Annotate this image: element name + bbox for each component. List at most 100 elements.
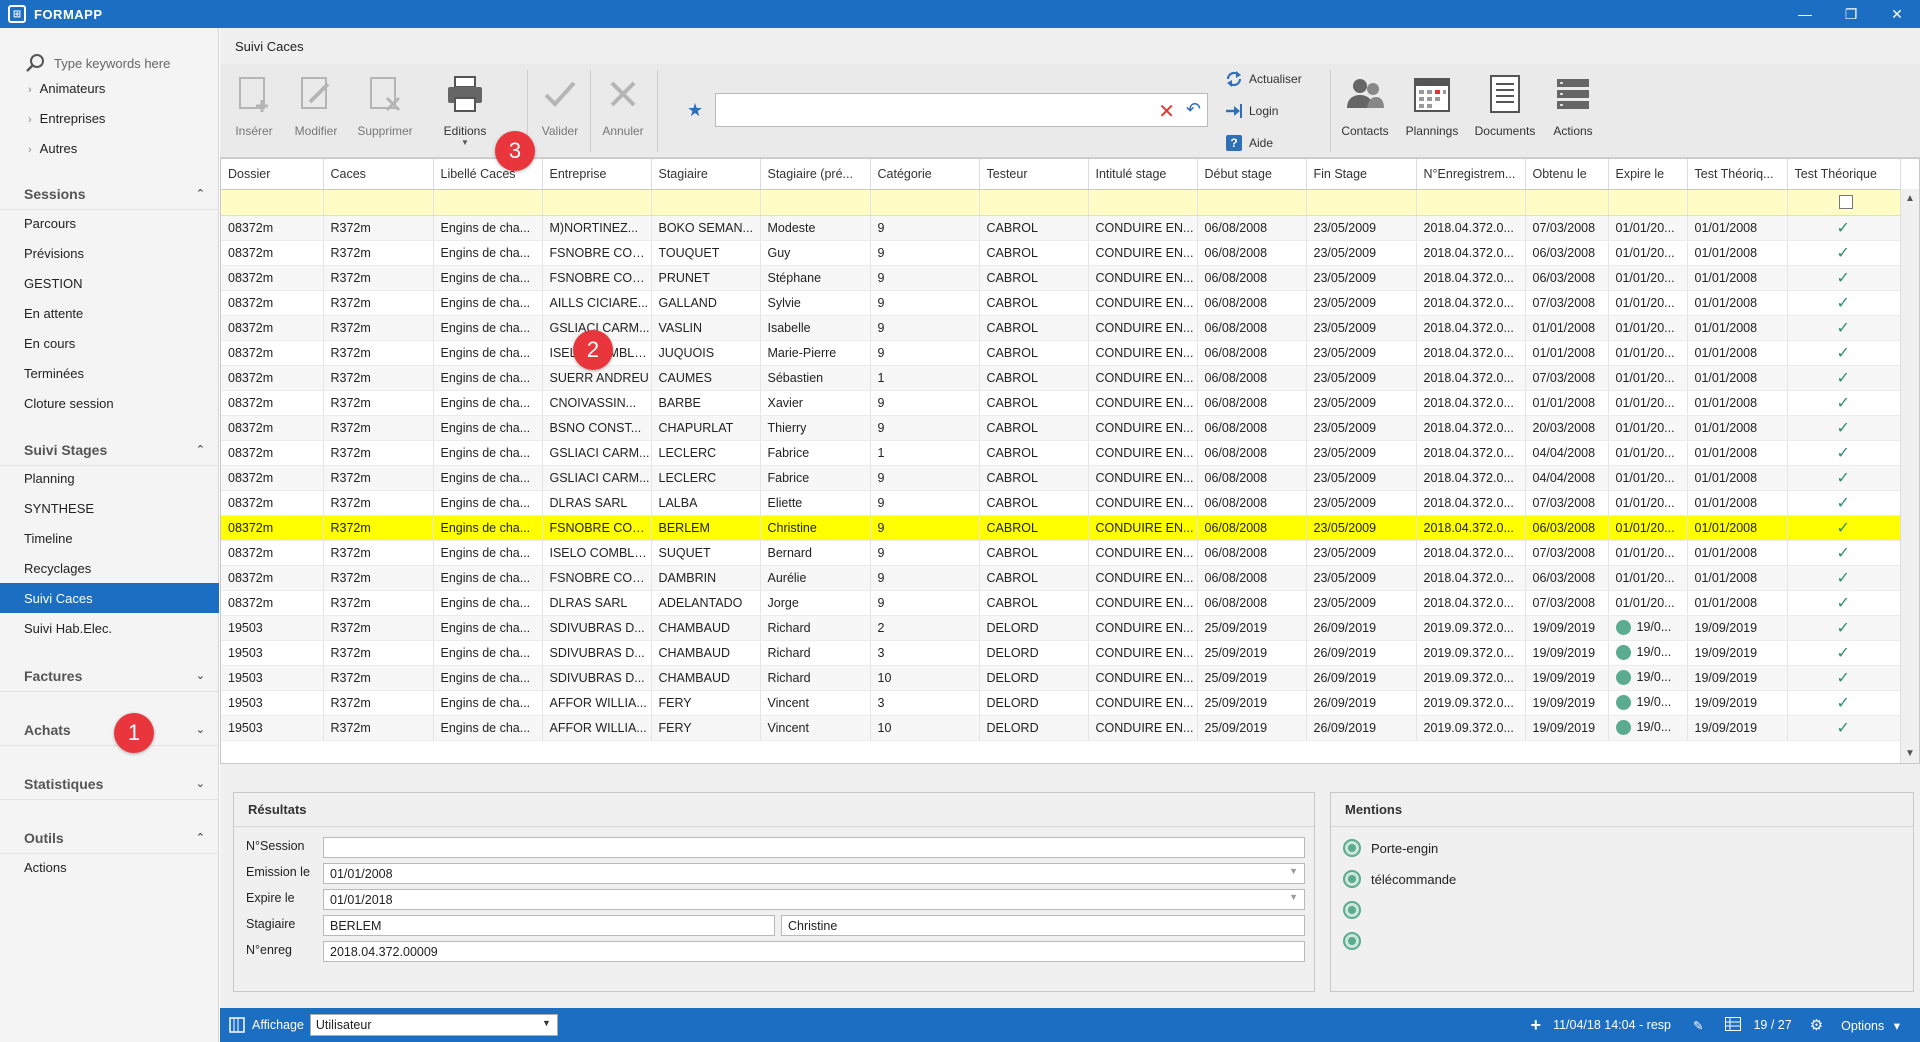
table-cell[interactable]: ✓ <box>1787 290 1901 316</box>
sidebar-search[interactable]: Type keywords here <box>24 52 170 74</box>
table-row[interactable]: 08372m R372m Engins de cha... CNOIVASSIN...… <box>221 390 1901 416</box>
column-header[interactable]: Stagiaire <box>651 159 761 190</box>
column-header[interactable]: Obtenu le <box>1525 159 1609 190</box>
table-row[interactable]: 08372m R372m Engins de cha... GSLIACI CARM.… <box>221 440 1901 466</box>
undo-icon[interactable]: ↶ <box>1186 99 1201 120</box>
table-row[interactable]: 19503 R372m Engins de cha... SDIVUBRAS D...… <box>221 665 1901 691</box>
table-row[interactable]: 08372mR372mEngins de cha...ISELO COMBLES… <box>221 340 1901 366</box>
table-row[interactable]: 08372m R372m Engins de cha... M)NORTINEZ...… <box>221 215 1901 241</box>
sidebar-item-gestion[interactable]: GESTION <box>0 268 219 298</box>
sidebar-item-timeline[interactable]: Timeline <box>0 523 219 553</box>
table-row[interactable]: 08372m R372m Engins de cha... FSNOBRE CON..… <box>221 240 1901 266</box>
table-row[interactable]: 08372mR372mEngins de cha...ISELO COMBLES… <box>221 540 1901 566</box>
filter-cell[interactable] <box>1687 189 1788 216</box>
sidebar-item-suivi-hab-elec[interactable]: Suivi Hab.Elec. <box>0 613 219 643</box>
table-row[interactable]: 08372m R372m Engins de cha... DLRAS SARL LAL… <box>221 490 1901 516</box>
clear-icon[interactable]: ✕ <box>1158 99 1175 124</box>
table-row[interactable]: 08372m R372m Engins de cha... AILLS CICIARE… <box>221 290 1901 316</box>
sidebar-group-achats[interactable]: Achats ⌄ <box>0 714 219 746</box>
column-header[interactable]: Caces <box>323 159 434 190</box>
delete-button[interactable]: Supprimer <box>350 64 420 158</box>
stagiaire-nom-field[interactable]: BERLEM <box>323 915 775 936</box>
table-cell[interactable]: ✓ <box>1787 665 1901 691</box>
vertical-scrollbar[interactable]: ▲ ▼ <box>1900 189 1919 763</box>
documents-button[interactable]: Documents <box>1470 64 1540 158</box>
table-cell[interactable]: ✓ <box>1787 540 1901 566</box>
sidebar-item-cloture-session[interactable]: Cloture session <box>0 388 219 418</box>
filter-cell[interactable] <box>1306 189 1417 216</box>
sidebar-item-actions[interactable]: Actions <box>0 852 219 882</box>
contacts-button[interactable]: Contacts <box>1334 64 1396 158</box>
filter-cell[interactable] <box>221 189 324 216</box>
sidebar-item-autres[interactable]: › Autres <box>28 141 77 156</box>
table-cell[interactable]: ✓ <box>1787 415 1901 441</box>
expire-date-field[interactable]: 01/01/2018 ▼ <box>323 889 1305 910</box>
sidebar-group-sessions[interactable]: Sessions ⌃ <box>0 178 219 210</box>
table-row[interactable]: 08372m R372m Engins de cha... BSNO CONST...… <box>221 415 1901 441</box>
sidebar-item-entreprises[interactable]: › Entreprises <box>28 111 105 126</box>
minimize-button[interactable]: — <box>1782 0 1828 28</box>
sidebar-item-en-attente[interactable]: En attente <box>0 298 219 328</box>
table-cell[interactable]: ✓ <box>1787 565 1901 591</box>
filter-cell[interactable] <box>979 189 1089 216</box>
refresh-button[interactable]: Actualiser <box>1225 70 1302 88</box>
table-cell[interactable]: ✓ <box>1787 215 1901 241</box>
editions-button[interactable]: Editions ▼ <box>430 64 500 158</box>
table-row[interactable]: 08372m R372m Engins de cha... GSLIACI CARM.… <box>221 465 1901 491</box>
options-button[interactable]: Options ▾ <box>1835 1018 1900 1033</box>
plannings-button[interactable]: Plannings <box>1398 64 1466 158</box>
close-button[interactable]: ✕ <box>1874 0 1920 28</box>
filter-cell[interactable] <box>323 189 434 216</box>
table-row[interactable]: 19503 R372m Engins de cha... AFFOR WILLIA..… <box>221 715 1901 741</box>
column-header[interactable]: Expire le <box>1608 159 1688 190</box>
favorite-star-icon[interactable]: ★ <box>687 100 703 121</box>
sidebar-item-recyclages[interactable]: Recyclages <box>0 553 219 583</box>
sidebar-item-planning[interactable]: Planning <box>0 463 219 493</box>
mention-porte-engin[interactable]: Porte-engin <box>1343 839 1438 857</box>
table-row[interactable]: 08372m R372m Engins de cha... GSLIACI CARM.… <box>221 315 1901 341</box>
sidebar-group-statistiques[interactable]: Statistiques ⌄ <box>0 768 219 800</box>
table-row[interactable]: 08372m R372m Engins de cha... FSNOBRE CON..… <box>221 265 1901 291</box>
filter-row[interactable] <box>221 189 1901 216</box>
checkbox-icon[interactable] <box>1838 195 1853 210</box>
filter-cell[interactable] <box>1608 189 1688 216</box>
column-header[interactable]: N°Enregistrem... <box>1416 159 1526 190</box>
modify-button[interactable]: Modifier <box>286 64 346 158</box>
sidebar-item-en-cours[interactable]: En cours <box>0 328 219 358</box>
nsession-field[interactable] <box>323 837 1305 858</box>
emission-date-field[interactable]: 01/01/2008 ▼ <box>323 863 1305 884</box>
filter-cell[interactable] <box>760 189 871 216</box>
column-header[interactable]: Entreprise <box>542 159 652 190</box>
column-header[interactable]: Début stage <box>1197 159 1307 190</box>
sidebar-group-factures[interactable]: Factures ⌄ <box>0 660 219 692</box>
table-cell[interactable]: ✓ <box>1787 615 1901 641</box>
table-cell[interactable]: ✓ <box>1787 390 1901 416</box>
filter-cell[interactable] <box>1197 189 1307 216</box>
table-cell[interactable]: ✓ <box>1787 715 1901 741</box>
filter-cell[interactable] <box>1416 189 1526 216</box>
cancel-button[interactable]: Annuler <box>595 64 651 158</box>
table-cell[interactable]: ✓ <box>1787 690 1901 716</box>
column-header[interactable]: Dossier <box>221 159 324 190</box>
filter-cell[interactable] <box>1787 189 1901 216</box>
column-header[interactable]: Testeur <box>979 159 1089 190</box>
help-button[interactable]: ? Aide <box>1225 134 1273 152</box>
actions-button[interactable]: Actions <box>1542 64 1604 158</box>
stagiaire-prenom-field[interactable]: Christine <box>781 915 1305 936</box>
sidebar-item-synthese[interactable]: SYNTHESE <box>0 493 219 523</box>
table-cell[interactable]: ✓ <box>1787 365 1901 391</box>
column-header[interactable]: Intitulé stage <box>1088 159 1198 190</box>
gear-icon[interactable]: ⚙ <box>1810 1016 1823 1034</box>
column-header[interactable]: Fin Stage <box>1306 159 1417 190</box>
table-cell[interactable]: ✓ <box>1787 340 1901 366</box>
sidebar-group-outils[interactable]: Outils ⌃ <box>0 822 219 854</box>
table-cell[interactable]: ✓ <box>1787 240 1901 266</box>
pencil-icon[interactable]: ✎ <box>1693 1018 1703 1033</box>
table-row[interactable]: 08372m R372m Engins de cha... DLRAS SARL ADE… <box>221 590 1901 616</box>
table-cell[interactable]: ✓ <box>1787 490 1901 516</box>
mention-telecommande[interactable]: télécommande <box>1343 870 1456 888</box>
sidebar-item-animateurs[interactable]: › Animateurs <box>28 81 105 96</box>
ribbon-search-input[interactable]: ✕ ↶ <box>715 93 1208 127</box>
filter-cell[interactable] <box>651 189 761 216</box>
mention-empty-3[interactable] <box>1343 901 1371 919</box>
